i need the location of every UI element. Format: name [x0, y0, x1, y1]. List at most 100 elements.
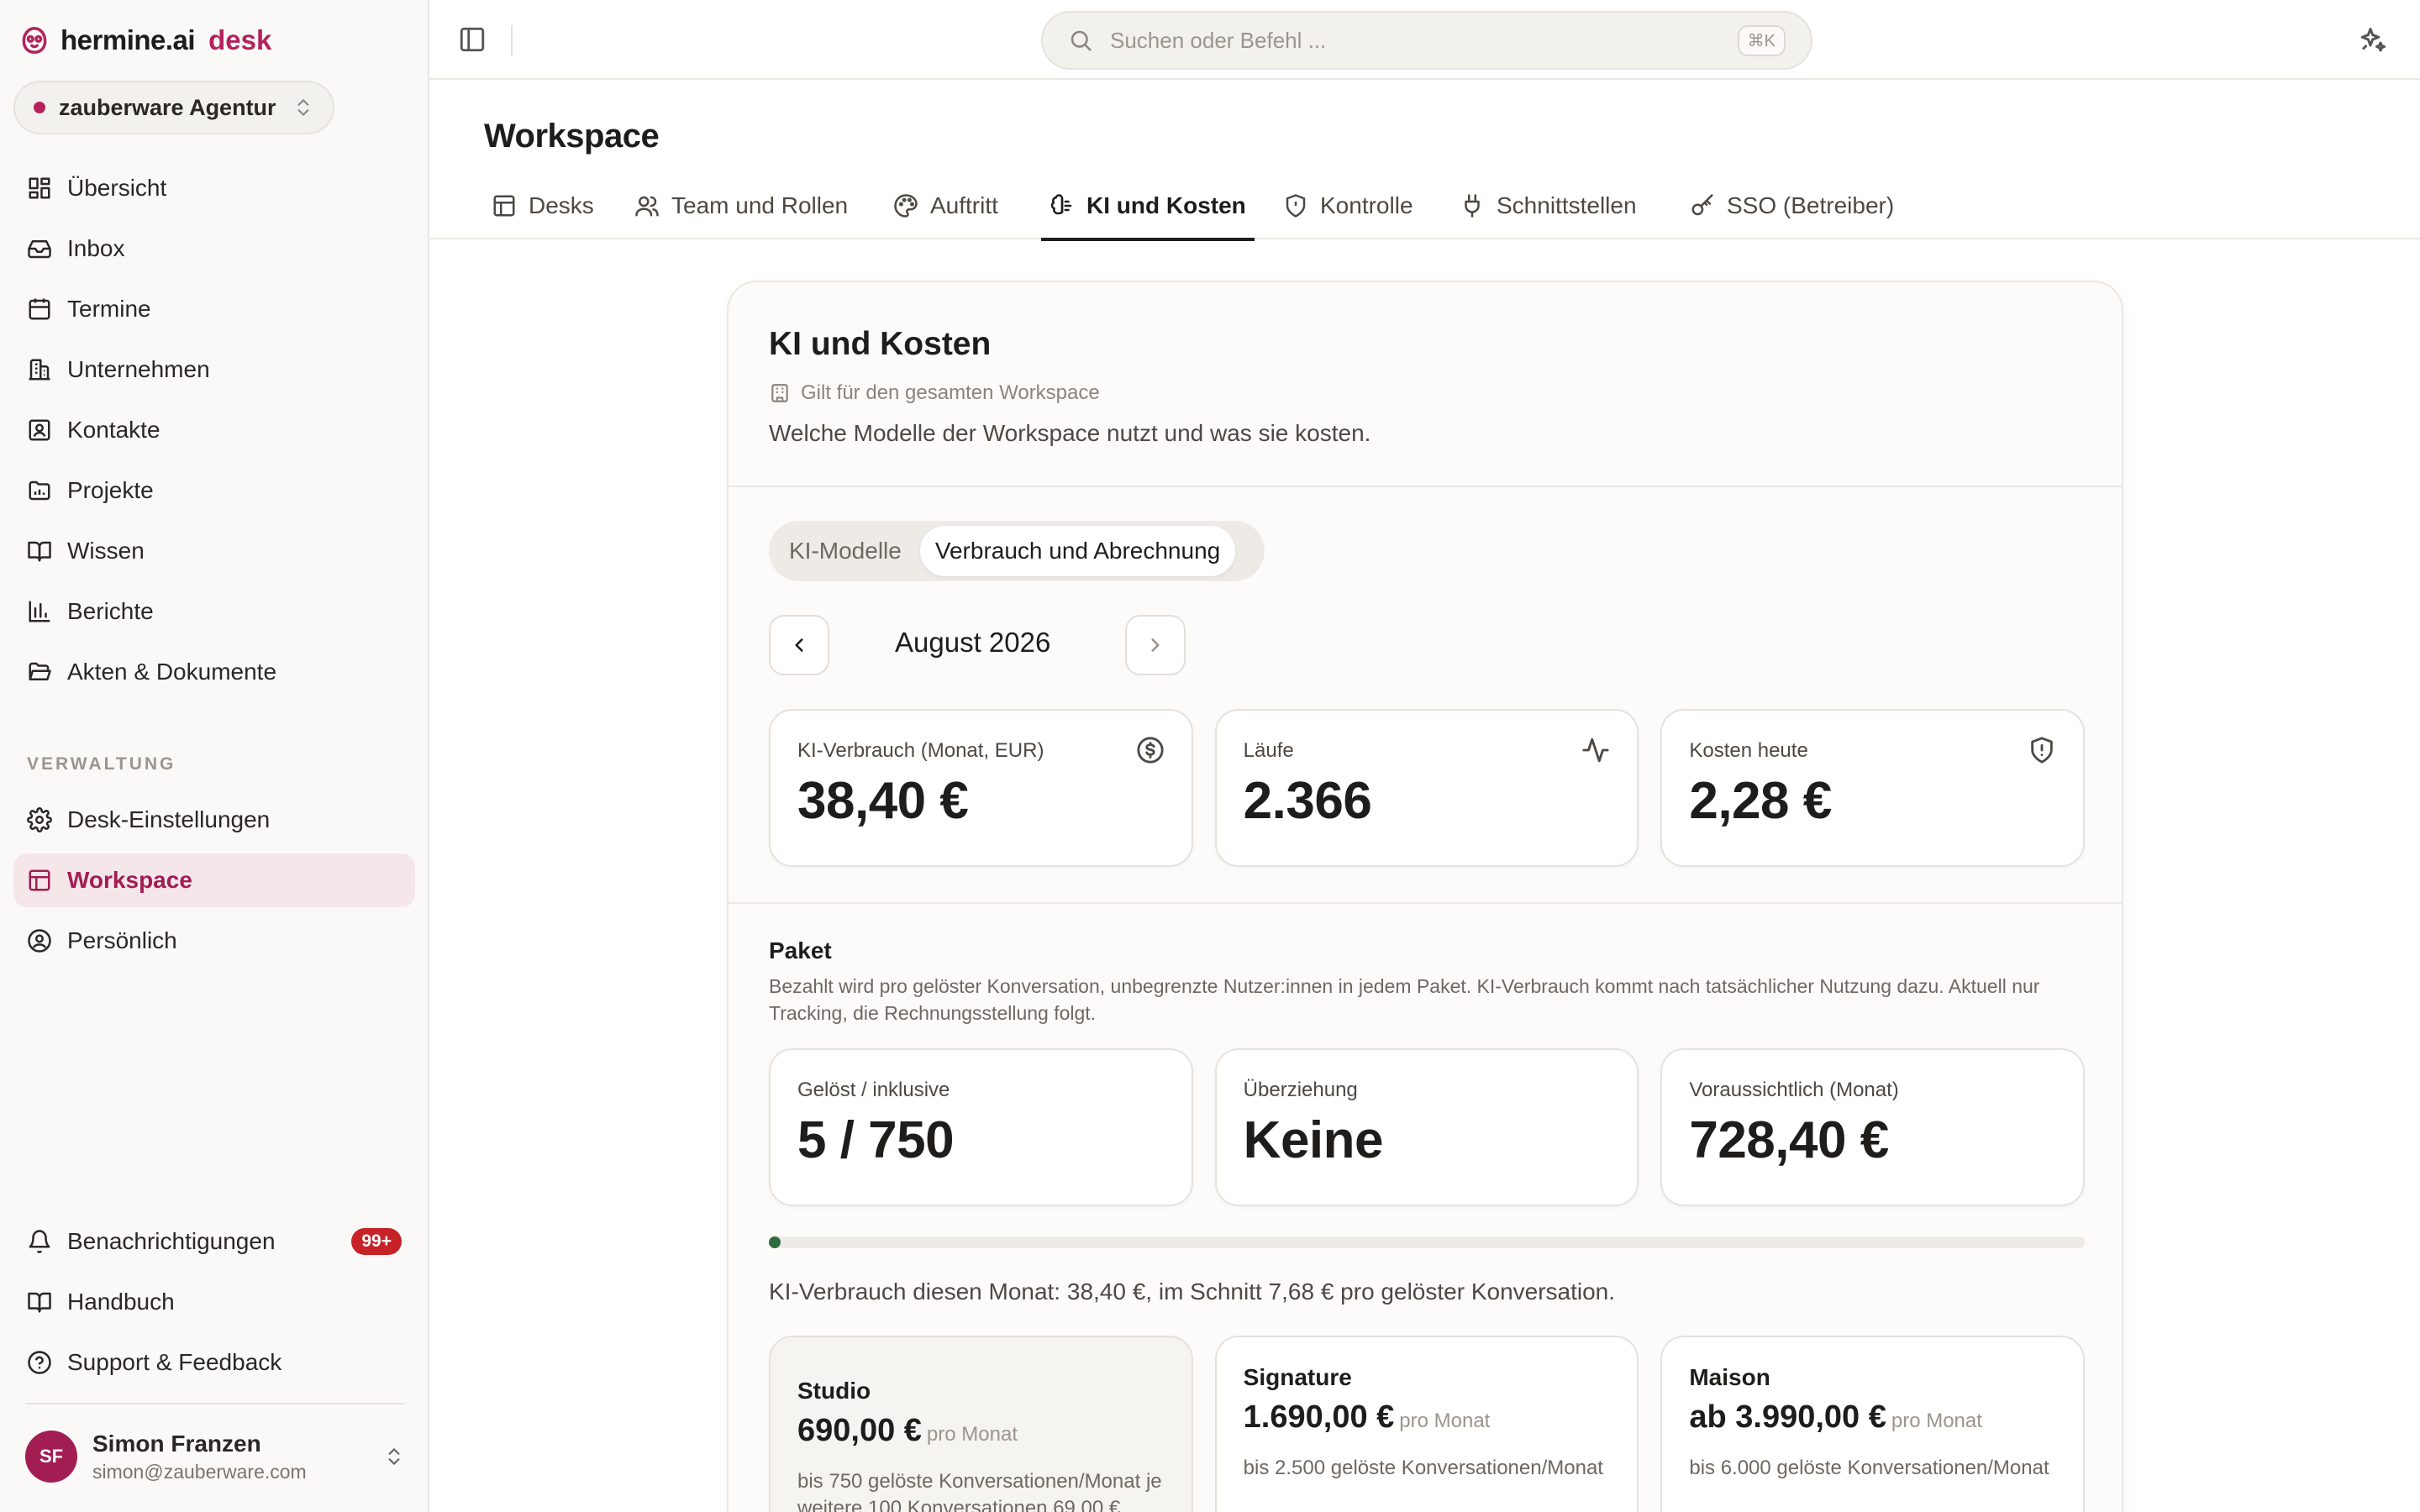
- tab-label: SSO (Betreiber): [1727, 192, 1895, 218]
- user-email: simon@zauberware.com: [92, 1460, 307, 1483]
- segment-ki-modelle[interactable]: KI-Modelle: [774, 526, 917, 576]
- tab-label: Team und Rollen: [671, 192, 849, 218]
- paket-title: Paket: [769, 937, 832, 963]
- progress-fill: [769, 1236, 781, 1248]
- plug-icon: [1465, 194, 1480, 218]
- brand-suffix: desk: [208, 24, 272, 55]
- segment-control: KI-Modelle Verbrauch und Abrechnung: [769, 521, 1265, 581]
- sidebar: hermine.ai desk zauberware Agentur Übers…: [0, 0, 429, 1512]
- prev-month-button[interactable]: [769, 615, 829, 675]
- admin-nav: Desk-Einstellungen Workspace Persönlich: [13, 793, 415, 974]
- ki-kosten-card: KI und Kosten Gilt für den gesamten Work…: [727, 281, 2123, 1512]
- tab-label: Kontrolle: [1320, 192, 1413, 218]
- contact-icon: [29, 419, 50, 441]
- layout-icon: [493, 195, 515, 217]
- sidebar-item-kontakte[interactable]: Kontakte: [13, 403, 415, 457]
- key-icon: [1691, 194, 1713, 216]
- users-icon: [635, 196, 659, 217]
- sidebar-item-inbox[interactable]: Inbox: [13, 222, 415, 276]
- sidebar-item-workspace[interactable]: Workspace: [13, 853, 415, 907]
- sparkles-icon[interactable]: [2358, 25, 2388, 55]
- sidebar-item-label: Support & Feedback: [67, 1349, 282, 1375]
- plan-price: 1.690,00 € pro Monat: [1244, 1399, 1491, 1436]
- usage-stats: KI-Verbrauch (Monat, EUR) 38,40 € Läufe …: [769, 709, 2086, 867]
- sidebar-item-benachrichtigungen[interactable]: Benachrichtigungen 99+: [13, 1215, 415, 1268]
- sidebar-item-wissen[interactable]: Wissen: [13, 524, 415, 578]
- brand[interactable]: hermine.ai desk: [18, 22, 271, 59]
- tab-auftritt[interactable]: Auftritt: [893, 172, 998, 239]
- sidebar-item-support[interactable]: Support & Feedback: [13, 1336, 415, 1389]
- sidebar-item-akten[interactable]: Akten & Dokumente: [13, 645, 415, 699]
- sidebar-item-berichte[interactable]: Berichte: [13, 585, 415, 638]
- palette-icon: [894, 194, 918, 218]
- workspace-tabs: Desks Team und Rollen Auftritt KI und Ko…: [429, 172, 2420, 241]
- book-icon: [28, 541, 51, 562]
- sidebar-item-uebersicht[interactable]: Übersicht: [13, 161, 415, 215]
- divider: [729, 902, 2122, 904]
- sidebar-item-handbuch[interactable]: Handbuch: [13, 1275, 415, 1329]
- search-input[interactable]: Suchen oder Befehl ...: [1110, 28, 1721, 54]
- stat-label: Kosten heute: [1689, 739, 1808, 762]
- section-label-verwaltung: VERWALTUNG: [27, 754, 176, 774]
- stat-value: 728,40 €: [1689, 1111, 1889, 1169]
- tab-desks[interactable]: Desks: [492, 172, 594, 239]
- stat-value: 2,28 €: [1689, 772, 1832, 830]
- folder-chart-icon: [29, 480, 50, 501]
- hermine-logo-icon: [22, 27, 47, 54]
- sidebar-item-unternehmen[interactable]: Unternehmen: [13, 343, 415, 396]
- stat-ueberziehung: Überziehung Keine: [1214, 1048, 1639, 1206]
- sidebar-item-persoenlich[interactable]: Persönlich: [13, 914, 415, 968]
- tab-sso-betreiber[interactable]: SSO (Betreiber): [1690, 172, 1894, 239]
- tab-team-und-rollen[interactable]: Team und Rollen: [634, 172, 848, 239]
- notification-count-badge: 99+: [351, 1228, 402, 1255]
- plan-signature[interactable]: Signature 1.690,00 € pro Monat bis 2.500 …: [1214, 1336, 1639, 1512]
- footer-nav: Benachrichtigungen 99+ Handbuch Support …: [13, 1215, 415, 1396]
- search-bar[interactable]: Suchen oder Befehl ... ⌘K: [1041, 11, 1812, 70]
- plan-options: Studio 690,00 € pro Monat bis 750 gelöste…: [769, 1336, 2086, 1512]
- org-name: zauberware Agentur: [59, 94, 276, 120]
- next-month-button[interactable]: [1125, 615, 1186, 675]
- user-info: Simon Franzen simon@zauberware.com: [92, 1431, 368, 1483]
- stat-value: 5 / 750: [797, 1111, 955, 1169]
- plan-name: Studio: [797, 1378, 871, 1404]
- stat-value: 2.366: [1243, 772, 1372, 830]
- page-title: Workspace: [484, 118, 660, 155]
- stat-geloest-inklusive: Gelöst / inklusive 5 / 750: [769, 1048, 1193, 1206]
- sidebar-item-termine[interactable]: Termine: [13, 282, 415, 336]
- sidebar-item-label: Handbuch: [67, 1289, 175, 1315]
- org-switcher[interactable]: zauberware Agentur: [13, 81, 334, 134]
- tab-label: Desks: [529, 192, 594, 218]
- stat-ki-verbrauch: KI-Verbrauch (Monat, EUR) 38,40 €: [769, 709, 1193, 867]
- sidebar-item-label: Persönlich: [67, 927, 177, 953]
- sidebar-item-label: Inbox: [67, 235, 125, 261]
- plan-maison[interactable]: Maison ab 3.990,00 € pro Monat bis 6.000 …: [1660, 1336, 2086, 1512]
- tab-schnittstellen[interactable]: Schnittstellen: [1460, 172, 1637, 239]
- stat-laeufe: Läufe 2.366: [1214, 709, 1639, 867]
- brand-name: hermine.ai: [60, 24, 196, 55]
- gear-icon: [27, 807, 52, 832]
- sidebar-item-label: Akten & Dokumente: [67, 659, 277, 685]
- sidebar-item-desk-einstellungen[interactable]: Desk-Einstellungen: [13, 793, 415, 847]
- plan-studio[interactable]: Studio 690,00 € pro Monat bis 750 gelöste…: [769, 1336, 1193, 1512]
- user-menu[interactable]: SF Simon Franzen simon@zauberware.com: [25, 1428, 405, 1485]
- current-month: August 2026: [895, 627, 1051, 658]
- dollar-circle-icon: [1137, 737, 1164, 764]
- divider: [511, 25, 513, 55]
- tab-kontrolle[interactable]: Kontrolle: [1283, 172, 1413, 239]
- segment-verbrauch[interactable]: Verbrauch und Abrechnung: [919, 526, 1236, 576]
- card-description: Welche Modelle der Workspace nutzt und w…: [769, 420, 1371, 446]
- building-icon: [29, 359, 50, 381]
- plan-price-value: ab 3.990,00 €: [1689, 1399, 1886, 1435]
- tab-label: KI und Kosten: [1086, 192, 1246, 218]
- sidebar-item-label: Projekte: [67, 477, 154, 503]
- usage-summary: KI-Verbrauch diesen Monat: 38,40 €, im S…: [769, 1278, 1616, 1305]
- sidebar-toggle-icon[interactable]: [458, 25, 487, 54]
- card-title: KI und Kosten: [769, 326, 992, 362]
- month-navigator: August 2026: [769, 615, 1186, 675]
- stat-label: Gelöst / inklusive: [797, 1079, 950, 1101]
- tab-ki-und-kosten[interactable]: KI und Kosten: [1041, 172, 1255, 241]
- avatar: SF: [25, 1431, 77, 1483]
- stat-label: KI-Verbrauch (Monat, EUR): [797, 739, 1044, 762]
- sidebar-item-projekte[interactable]: Projekte: [13, 464, 415, 517]
- plan-name: Signature: [1243, 1364, 1352, 1390]
